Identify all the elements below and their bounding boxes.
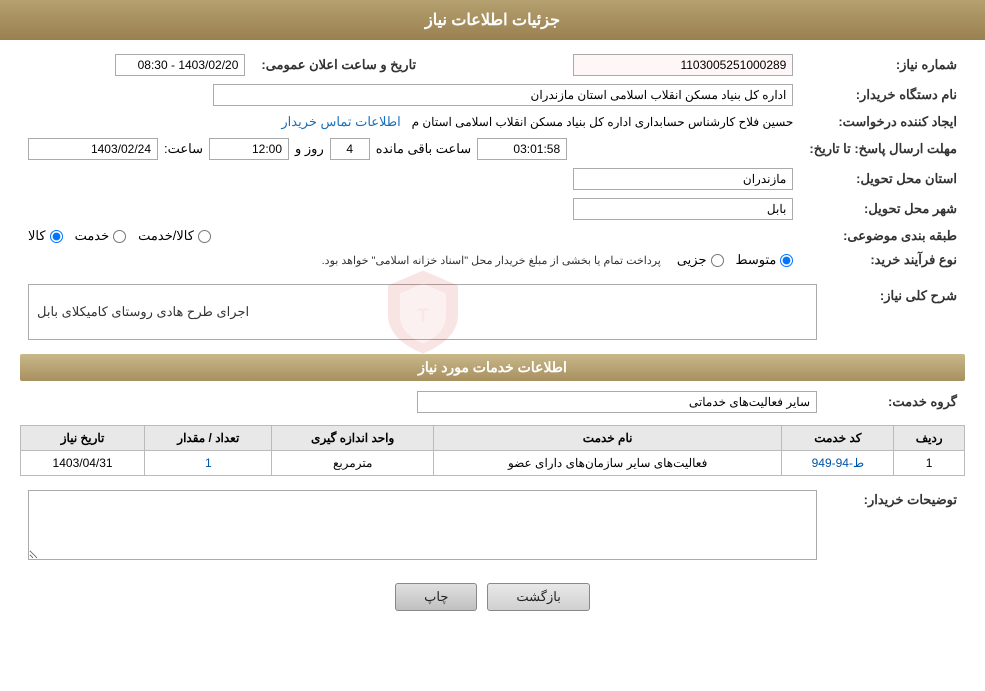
category-khedmat-radio[interactable] bbox=[113, 230, 126, 243]
cell-name: فعالیت‌های سایر سازمان‌های دارای عضو bbox=[433, 451, 781, 476]
col-header-row: ردیف bbox=[894, 426, 965, 451]
days-label: روز و bbox=[295, 141, 324, 157]
row-request-number: شماره نیاز: تاریخ و ساعت اعلان عمومی: bbox=[20, 50, 965, 80]
buyer-org-input[interactable] bbox=[213, 84, 793, 106]
btn-row: بازگشت چاپ bbox=[20, 583, 965, 611]
row-creator: ایجاد کننده درخواست: حسین فلاح کارشناس ح… bbox=[20, 110, 965, 134]
response-date-input[interactable] bbox=[28, 138, 158, 160]
svg-text:T: T bbox=[417, 306, 428, 326]
buyer-org-value bbox=[20, 80, 801, 110]
process-motawaset-text: متوسط bbox=[736, 252, 777, 268]
request-number-label: شماره نیاز: bbox=[801, 50, 965, 80]
info-table: شماره نیاز: تاریخ و ساعت اعلان عمومی: نا… bbox=[20, 50, 965, 272]
service-group-table: گروه خدمت: bbox=[20, 387, 965, 417]
page-wrapper: جزئیات اطلاعات نیاز شماره نیاز: تاریخ و … bbox=[0, 0, 985, 691]
category-kala-label[interactable]: کالا bbox=[28, 228, 63, 244]
service-group-input[interactable] bbox=[417, 391, 817, 413]
process-note: پرداخت تمام یا بخشی از مبلغ خریدار محل "… bbox=[322, 254, 661, 267]
cell-count: 1 bbox=[145, 451, 272, 476]
category-kala-khedmat-text: کالا/خدمت bbox=[138, 228, 194, 244]
header-title: جزئیات اطلاعات نیاز bbox=[425, 12, 560, 29]
row-city: شهر محل تحویل: bbox=[20, 194, 965, 224]
category-khedmat-label[interactable]: خدمت bbox=[75, 228, 127, 244]
city-value bbox=[20, 194, 801, 224]
province-input[interactable] bbox=[573, 168, 793, 190]
row-deadline: مهلت ارسال پاسخ: تا تاریخ: ساعت باقی مان… bbox=[20, 134, 965, 164]
cell-code: ط-94-949 bbox=[782, 451, 894, 476]
col-header-name: نام خدمت bbox=[433, 426, 781, 451]
request-number-input[interactable] bbox=[573, 54, 793, 76]
col-header-count: تعداد / مقدار bbox=[145, 426, 272, 451]
service-group-value bbox=[20, 387, 825, 417]
cell-unit: مترمربع bbox=[272, 451, 433, 476]
service-group-label: گروه خدمت: bbox=[825, 387, 965, 417]
countdown-input[interactable] bbox=[477, 138, 567, 160]
process-value: جزیی متوسط پرداخت تمام یا بخشی از مبلغ خ… bbox=[20, 248, 801, 272]
countdown-label: ساعت باقی مانده bbox=[376, 141, 471, 157]
buyer-desc-value-cell bbox=[20, 486, 825, 567]
row-process: نوع فرآیند خرید: جزیی متوسط bbox=[20, 248, 965, 272]
process-jozii-text: جزیی bbox=[677, 252, 707, 268]
cell-date: 1403/04/31 bbox=[21, 451, 145, 476]
announcement-date-input[interactable] bbox=[115, 54, 245, 76]
shield-svg: T bbox=[383, 266, 463, 356]
city-label: شهر محل تحویل: bbox=[801, 194, 965, 224]
back-button[interactable]: بازگشت bbox=[487, 583, 589, 611]
table-row: 1 ط-94-949 فعالیت‌های سایر سازمان‌های دا… bbox=[21, 451, 965, 476]
deadline-value: ساعت باقی مانده روز و ساعت: bbox=[20, 134, 801, 164]
creator-contact-link[interactable]: اطلاعات تماس خریدار bbox=[281, 114, 400, 129]
col-header-unit: واحد اندازه گیری bbox=[272, 426, 433, 451]
description-text: اجرای طرح هادی روستای کامیکلای بابل bbox=[37, 304, 249, 320]
row-buyer-desc: توضیحات خریدار: bbox=[20, 486, 965, 567]
category-khedmat-text: خدمت bbox=[75, 228, 110, 244]
row-service-group: گروه خدمت: bbox=[20, 387, 965, 417]
announcement-date-value bbox=[20, 50, 253, 80]
row-province: استان محل تحویل: bbox=[20, 164, 965, 194]
announcement-label: تاریخ و ساعت اعلان عمومی: bbox=[253, 50, 424, 80]
time-input[interactable] bbox=[209, 138, 289, 160]
category-value: کالا خدمت کالا/خدمت bbox=[20, 224, 801, 248]
days-input[interactable] bbox=[330, 138, 370, 160]
description-table: شرح کلی نیاز: T اجرای طرح ه bbox=[20, 280, 965, 344]
description-label: شرح کلی نیاز: bbox=[825, 280, 965, 344]
description-value-cell: T اجرای طرح هادی روستای کامیکلای بابل bbox=[20, 280, 825, 344]
print-button[interactable]: چاپ bbox=[395, 583, 477, 611]
row-description: شرح کلی نیاز: T اجرای طرح ه bbox=[20, 280, 965, 344]
buyer-org-label: نام دستگاه خریدار: bbox=[801, 80, 965, 110]
buyer-desc-label: توضیحات خریدار: bbox=[825, 486, 965, 567]
category-kala-text: کالا bbox=[28, 228, 46, 244]
province-label: استان محل تحویل: bbox=[801, 164, 965, 194]
category-kala-radio[interactable] bbox=[50, 230, 63, 243]
services-section-title: اطلاعات خدمات مورد نیاز bbox=[20, 354, 965, 381]
buyer-desc-textarea[interactable] bbox=[28, 490, 817, 560]
col-header-code: کد خدمت bbox=[782, 426, 894, 451]
time-label: ساعت: bbox=[164, 141, 203, 157]
main-content: شماره نیاز: تاریخ و ساعت اعلان عمومی: نا… bbox=[0, 40, 985, 631]
buyer-desc-table: توضیحات خریدار: bbox=[20, 486, 965, 567]
page-header: جزئیات اطلاعات نیاز bbox=[0, 0, 985, 40]
services-table: ردیف کد خدمت نام خدمت واحد اندازه گیری ت… bbox=[20, 425, 965, 476]
row-category: طبقه بندی موضوعی: کالا خدمت bbox=[20, 224, 965, 248]
cell-row: 1 bbox=[894, 451, 965, 476]
process-motawaset-label[interactable]: متوسط bbox=[736, 252, 794, 268]
category-label: طبقه بندی موضوعی: bbox=[801, 224, 965, 248]
creator-value: حسین فلاح کارشناس حسابداری اداره کل بنیا… bbox=[20, 110, 801, 134]
province-value bbox=[20, 164, 801, 194]
category-kala-khedmat-label[interactable]: کالا/خدمت bbox=[138, 228, 211, 244]
col-header-date: تاریخ نیاز bbox=[21, 426, 145, 451]
process-label: نوع فرآیند خرید: bbox=[801, 248, 965, 272]
process-jozii-radio[interactable] bbox=[711, 254, 724, 267]
city-input[interactable] bbox=[573, 198, 793, 220]
category-kala-khedmat-radio[interactable] bbox=[198, 230, 211, 243]
watermark-shield: T bbox=[383, 266, 463, 359]
process-motawaset-radio[interactable] bbox=[780, 254, 793, 267]
services-table-header-row: ردیف کد خدمت نام خدمت واحد اندازه گیری ت… bbox=[21, 426, 965, 451]
row-buyer-org: نام دستگاه خریدار: bbox=[20, 80, 965, 110]
request-number-value bbox=[424, 50, 801, 80]
deadline-label: مهلت ارسال پاسخ: تا تاریخ: bbox=[801, 134, 965, 164]
creator-name: حسین فلاح کارشناس حسابداری اداره کل بنیا… bbox=[412, 115, 794, 129]
creator-label: ایجاد کننده درخواست: bbox=[801, 110, 965, 134]
process-jozii-label[interactable]: جزیی bbox=[677, 252, 724, 268]
